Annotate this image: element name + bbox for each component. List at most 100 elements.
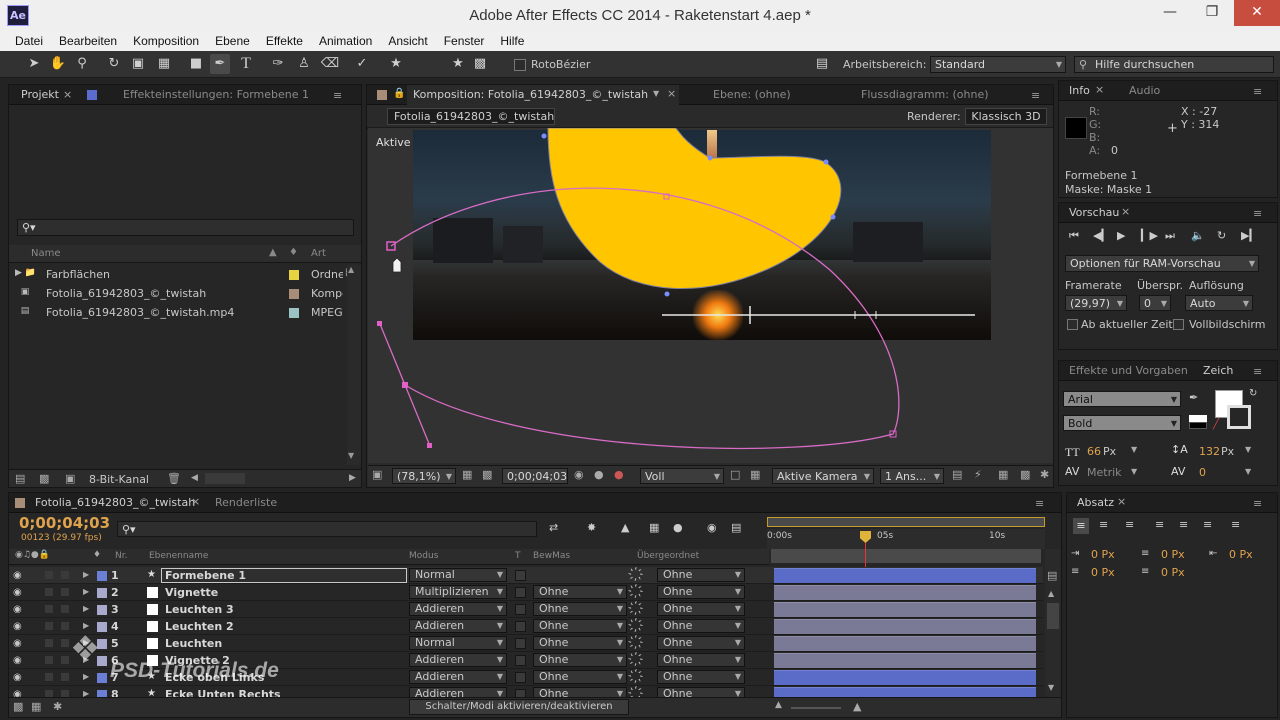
parent-select[interactable]: Ohne ▼ <box>657 636 745 650</box>
menu-datei[interactable]: Datei <box>15 32 43 48</box>
preserve-transparency-checkbox[interactable] <box>515 655 526 666</box>
solo-toggle[interactable] <box>45 639 53 647</box>
timeline-current-time[interactable]: 0;00;04;03 <box>19 514 110 532</box>
menu-effekte[interactable]: Effekte <box>266 32 303 48</box>
indent-left-value[interactable]: 0 Px <box>1091 548 1115 561</box>
minimize-icon[interactable]: — <box>1154 0 1186 26</box>
blend-mode-select[interactable]: Multiplizieren ▼ <box>409 585 507 599</box>
layer-label-color[interactable] <box>97 639 107 649</box>
help-search-input[interactable]: ⚲ Hilfe durchsuchen <box>1074 56 1274 73</box>
layer-label-color[interactable] <box>97 622 107 632</box>
timeline-search-input[interactable]: ⚲▾ <box>117 521 537 537</box>
maximize-icon[interactable]: ❐ <box>1196 0 1228 26</box>
layer-name[interactable]: Leuchten <box>165 635 222 652</box>
trash-icon[interactable]: 🗑 <box>167 472 181 485</box>
preserve-transparency-checkbox[interactable] <box>515 604 526 615</box>
tab-timeline-composition[interactable]: Fotolia_61942803_©_twistah <box>29 493 201 513</box>
close-icon[interactable]: × <box>191 495 200 508</box>
track-matte-select[interactable]: Ohne ▼ <box>533 619 627 633</box>
roto-brush-tool-icon[interactable]: ✓ <box>352 54 372 74</box>
ram-preview-icon[interactable]: ▶▎ <box>1241 229 1258 242</box>
menu-fenster[interactable]: Fenster <box>444 32 485 48</box>
kerning-value[interactable]: Metrik <box>1087 466 1122 479</box>
preserve-transparency-checkbox[interactable] <box>515 672 526 683</box>
align-center-icon[interactable]: ≡ <box>1099 518 1108 531</box>
graph-editor-icon[interactable]: ▤ <box>731 521 741 534</box>
close-icon[interactable]: × <box>1095 83 1104 96</box>
brush-tool-icon[interactable]: ✑ <box>268 54 288 74</box>
chevron-down-icon[interactable]: ▼ <box>1131 445 1137 454</box>
audio-icon[interactable]: 🔈 <box>1191 229 1205 242</box>
comp-mini-flowchart-icon[interactable]: ⇄ <box>549 521 558 534</box>
pickwhip-icon[interactable]: ҉ <box>639 670 644 683</box>
layer-name[interactable]: Vignette 2 <box>165 652 230 669</box>
play-icon[interactable]: ▶ <box>1117 229 1125 242</box>
pan-behind-tool-icon[interactable]: ▦ <box>154 54 174 74</box>
close-icon[interactable]: × <box>1117 495 1126 508</box>
rectangle-tool-icon[interactable]: ■ <box>186 54 206 74</box>
layer-row[interactable]: ◉ ▶ 7 ★ Ecke oben Links Addieren ▼ Ohne ▼҉ Ohne ▼ <box>9 669 1043 686</box>
pickwhip-icon[interactable]: ҉ <box>639 636 644 649</box>
layer-name[interactable]: Leuchten 3 <box>165 601 234 618</box>
region-of-interest-icon[interactable]: □ <box>730 468 740 481</box>
layer-label-color[interactable] <box>97 571 107 581</box>
menu-komposition[interactable]: Komposition <box>133 32 199 48</box>
track-matte-select[interactable]: Ohne ▼ <box>533 602 627 616</box>
leading-value[interactable]: 132 <box>1199 445 1220 458</box>
font-size-value[interactable]: 66 <box>1087 445 1101 458</box>
close-icon[interactable]: × <box>1121 205 1130 218</box>
solo-toggle[interactable] <box>45 622 53 630</box>
solo-toggle[interactable] <box>45 656 53 664</box>
visibility-eye-icon[interactable]: ◉ <box>13 604 22 615</box>
tab-composition[interactable]: Komposition: Fotolia_61942803_©_twistah <box>407 85 679 105</box>
menu-ebene[interactable]: Ebene <box>215 32 250 48</box>
solo-toggle[interactable] <box>45 588 53 596</box>
motion-blur-icon[interactable]: ● <box>673 521 683 534</box>
expand-arrow-icon[interactable]: ▶ <box>83 672 89 681</box>
parent-select[interactable]: Ohne ▼ <box>657 602 745 616</box>
timeline-scroll-thumb[interactable] <box>1047 603 1059 629</box>
last-frame-icon[interactable]: ⏭ <box>1165 229 1175 243</box>
visibility-eye-icon[interactable]: ◉ <box>13 621 22 632</box>
camera-view-select[interactable]: Aktive Kamera ▼ <box>772 468 874 484</box>
layer-duration-bar[interactable] <box>774 636 1036 651</box>
always-preview-icon[interactable]: ▣ <box>372 468 382 481</box>
column-name[interactable]: Name <box>31 248 61 259</box>
visibility-eye-icon[interactable]: ◉ <box>13 570 22 581</box>
parent-select[interactable]: Ohne ▼ <box>657 619 745 633</box>
lock-toggle[interactable] <box>61 571 69 579</box>
column-type[interactable]: Art <box>311 248 326 259</box>
swatch-white[interactable] <box>1189 415 1207 422</box>
tab-render-queue[interactable]: Renderliste <box>209 493 283 513</box>
resolution-select[interactable]: Voll ▼ <box>640 468 724 484</box>
zoom-out-icon[interactable]: ▲ <box>775 700 782 710</box>
fast-preview-icon[interactable]: ⚡ <box>974 468 982 481</box>
panel-menu-icon[interactable]: ≡ <box>1253 497 1262 510</box>
snapping-icon[interactable]: ▩ <box>470 54 490 74</box>
eyedropper-icon[interactable]: ✒ <box>1189 391 1198 404</box>
close-icon[interactable]: ✕ <box>1234 0 1280 26</box>
label-color-swatch[interactable] <box>289 289 299 299</box>
modes-pane-icon[interactable]: ✱ <box>53 700 62 713</box>
local-axis-icon[interactable]: ★ <box>448 54 468 74</box>
selection-tool-icon[interactable]: ➤ <box>24 54 44 74</box>
layer-row[interactable]: ◉ ▶ 3 Leuchten 3 Addieren ▼ Ohne ▼҉ Ohne ▼ <box>9 601 1043 618</box>
expand-arrow-icon[interactable]: ▶ <box>83 638 89 647</box>
no-color-icon[interactable]: ╱ <box>1213 419 1219 430</box>
renderer-button[interactable]: Klassisch 3D <box>965 108 1047 125</box>
pickwhip-icon[interactable]: ҉ <box>639 602 644 615</box>
clone-stamp-tool-icon[interactable]: ♙ <box>294 54 314 74</box>
time-navigator[interactable] <box>771 549 1041 563</box>
timeline-icon[interactable]: ▦ <box>998 468 1008 481</box>
layer-name[interactable]: Formebene 1 <box>161 568 407 583</box>
switches-pane-icon[interactable]: ▦ <box>31 700 41 713</box>
tab-audio[interactable]: Audio <box>1123 81 1166 101</box>
bit-depth-button[interactable]: 8-Bit-Kanal <box>89 473 149 486</box>
parent-select[interactable]: Ohne ▼ <box>657 653 745 667</box>
blend-mode-select[interactable]: Normal ▼ <box>409 568 507 582</box>
preserve-transparency-checkbox[interactable] <box>515 621 526 632</box>
justify-left-icon[interactable]: ≡ <box>1155 518 1164 531</box>
scroll-down-icon[interactable]: ▼ <box>1048 683 1054 692</box>
tab-effects-presets[interactable]: Effekte und Vorgaben <box>1063 361 1194 381</box>
magnification-select[interactable]: (78,1%) ▼ <box>392 468 456 484</box>
